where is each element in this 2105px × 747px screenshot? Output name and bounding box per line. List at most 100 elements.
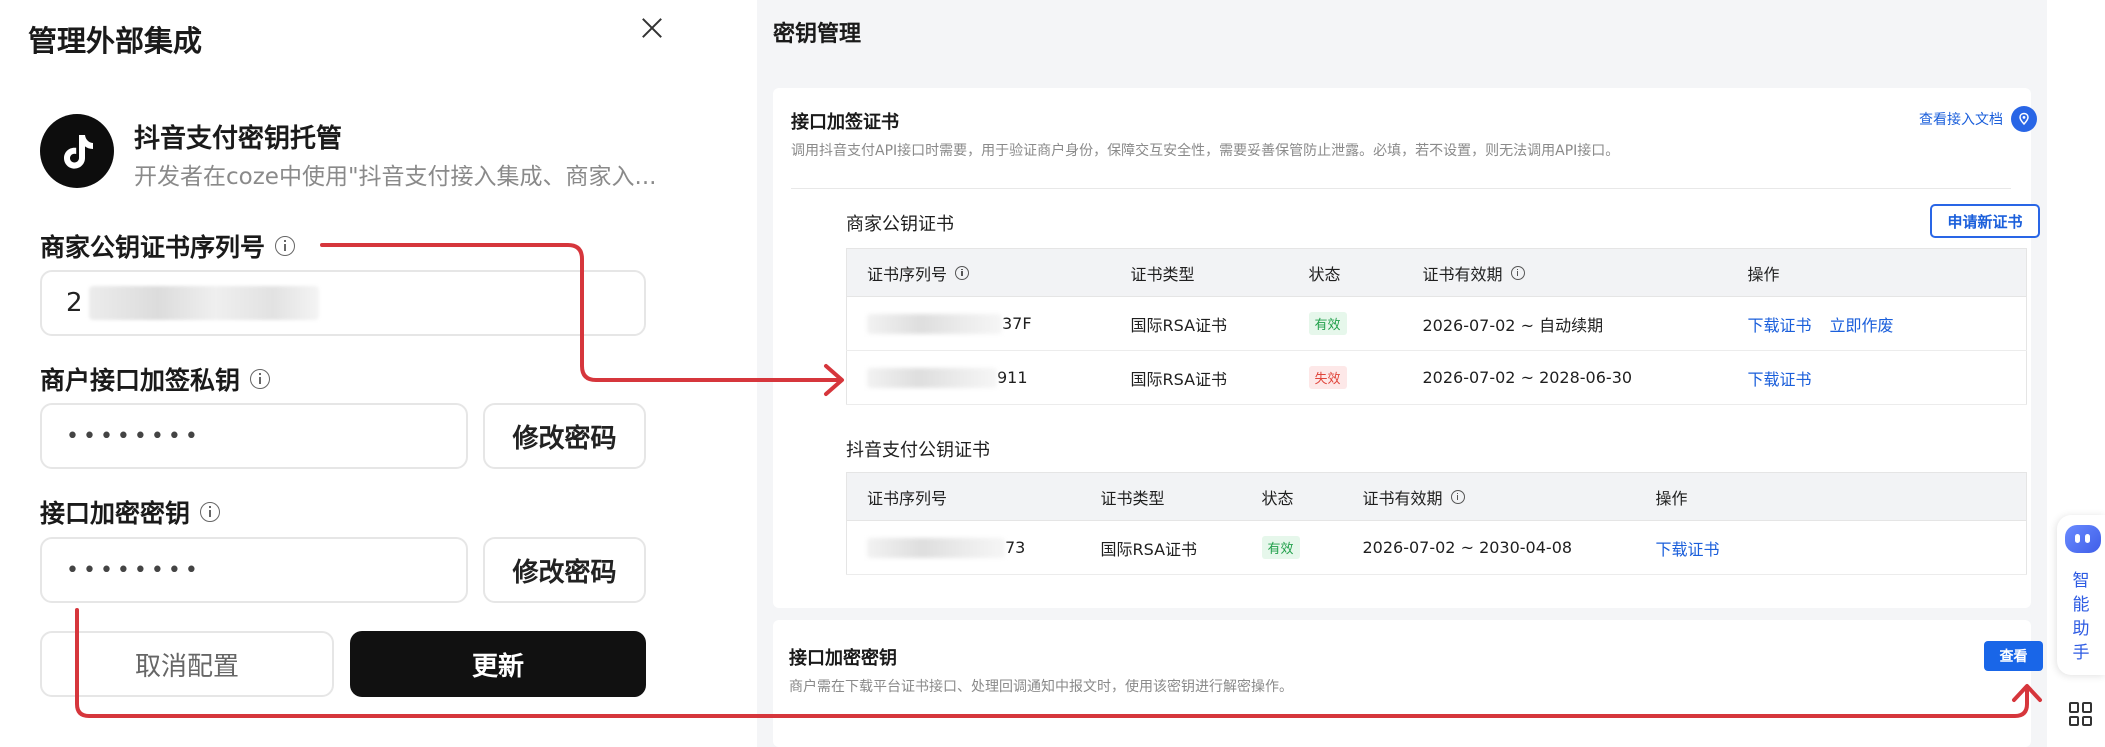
change-password-button[interactable]: 修改密码	[483, 537, 646, 603]
serial-cell: 911	[846, 350, 1111, 405]
apply-new-cert-button[interactable]: 申请新证书	[1930, 204, 2040, 238]
sign-cert-description: 调用抖音支付API接口时需要，用于验证商户身份，保障交互安全性，需要妥善保管防止…	[791, 143, 1620, 159]
revoke-now-link[interactable]: 立即作废	[1830, 316, 1894, 335]
grid-icon[interactable]	[2069, 702, 2093, 726]
status-badge: 有效	[1308, 312, 1347, 335]
merchant-sign-private-key-label-text: 商户接口加签私钥	[40, 366, 241, 395]
col-validity-label: 证书有效期	[1362, 488, 1443, 508]
status-cell: 有效	[1241, 520, 1343, 575]
encryption-key-card: 接口加密密钥 商户需在下载平台证书接口、处理回调通知中报文时，使用该密钥进行解密…	[773, 620, 2043, 747]
info-icon[interactable]	[955, 265, 970, 280]
assistant-label: 智 能 助 手	[2071, 569, 2091, 665]
manage-integration-dialog: 管理外部集成 抖音支付密钥托管 开发者在coze中使用"抖音支付接入集成、商家入…	[0, 0, 740, 747]
table-row: 911 国际RSA证书 失效 2026-07-02 ~ 2028-06-30 下…	[846, 350, 2027, 405]
view-docs-label: 查看接入文档	[1919, 112, 2003, 128]
merchant-cert-serial-label: 商家公钥证书序列号	[40, 228, 296, 264]
validity-cell: 2026-07-02 ~ 2028-06-30	[1402, 350, 1728, 405]
col-actions: 操作	[1635, 472, 2027, 521]
status-badge: 有效	[1261, 536, 1300, 559]
merchant-sign-private-key-input[interactable]: ••••••••	[40, 403, 468, 469]
api-encryption-key-label-text: 接口加密密钥	[40, 499, 191, 528]
platform-cert-section-title: 抖音支付公钥证书	[846, 440, 990, 461]
table-row: 37F 国际RSA证书 有效 2026-07-02 ~ 自动续期 下载证书 立即作…	[846, 296, 2027, 351]
col-type: 证书类型	[1080, 472, 1242, 521]
screenshot-stage: 管理外部集成 抖音支付密钥托管 开发者在coze中使用"抖音支付接入集成、商家入…	[0, 0, 2105, 747]
update-button[interactable]: 更新	[350, 631, 646, 697]
type-cell: 国际RSA证书	[1110, 350, 1289, 405]
table-header-row: 证书序列号 证书类型 状态 证书有效期 操作	[846, 248, 2027, 297]
integration-description: 开发者在coze中使用"抖音支付接入集成、商家入...	[134, 164, 657, 190]
merchant-cert-section-title: 商家公钥证书	[846, 214, 954, 235]
integration-name: 抖音支付密钥托管	[134, 124, 343, 154]
assistant-char: 手	[2072, 643, 2090, 663]
table-row: 73 国际RSA证书 有效 2026-07-02 ~ 2030-04-08 下载…	[846, 520, 2027, 575]
serial-cell: 73	[846, 520, 1081, 575]
actions-cell: 下载证书	[1635, 520, 2027, 575]
view-key-button[interactable]: 查看	[1984, 641, 2043, 671]
assistant-robot-icon	[2065, 525, 2101, 553]
divider	[791, 188, 2011, 189]
change-password-button[interactable]: 修改密码	[483, 403, 646, 469]
redacted-value	[88, 286, 319, 320]
type-cell: 国际RSA证书	[1110, 296, 1289, 351]
masked-password: ••••••••	[66, 423, 202, 449]
sign-cert-title: 接口加签证书	[791, 112, 899, 133]
col-status: 状态	[1288, 248, 1403, 297]
encryption-key-title: 接口加密密钥	[789, 648, 897, 669]
view-docs-link[interactable]: 查看接入文档	[1919, 106, 2037, 132]
col-validity: 证书有效期	[1402, 248, 1728, 297]
type-cell: 国际RSA证书	[1080, 520, 1242, 575]
cancel-config-button[interactable]: 取消配置	[40, 631, 334, 697]
serial-suffix: 73	[1005, 538, 1026, 557]
serial-suffix: 37F	[1002, 314, 1032, 333]
smart-assistant-widget[interactable]: 智 能 助 手	[2057, 515, 2105, 675]
doc-link-icon	[2011, 106, 2037, 132]
close-icon[interactable]	[635, 12, 669, 46]
serial-cell: 37F	[846, 296, 1111, 351]
tiktok-logo-icon	[40, 114, 114, 188]
redacted-serial	[867, 313, 1002, 334]
download-cert-link[interactable]: 下载证书	[1748, 370, 1812, 389]
actions-cell: 下载证书	[1727, 350, 2027, 405]
download-cert-link[interactable]: 下载证书	[1748, 316, 1812, 335]
redacted-serial	[867, 537, 1005, 558]
validity-cell: 2026-07-02 ~ 2030-04-08	[1342, 520, 1636, 575]
serial-suffix: 911	[997, 368, 1028, 387]
dialog-title: 管理外部集成	[28, 24, 203, 58]
platform-cert-table: 证书序列号 证书类型 状态 证书有效期 操作 73 国际RSA证书 有效 202…	[846, 472, 2027, 575]
col-type: 证书类型	[1110, 248, 1289, 297]
col-serial: 证书序列号	[846, 472, 1081, 521]
col-status: 状态	[1241, 472, 1343, 521]
col-serial: 证书序列号	[846, 248, 1111, 297]
panel-title: 密钥管理	[773, 22, 862, 47]
status-cell: 有效	[1288, 296, 1403, 351]
merchant-cert-serial-value: 2	[66, 288, 83, 318]
status-cell: 失效	[1288, 350, 1403, 405]
table-header-row: 证书序列号 证书类型 状态 证书有效期 操作	[846, 472, 2027, 521]
col-validity: 证书有效期	[1342, 472, 1636, 521]
download-cert-link[interactable]: 下载证书	[1656, 540, 1720, 559]
encryption-key-description: 商户需在下载平台证书接口、处理回调通知中报文时，使用该密钥进行解密操作。	[789, 679, 1293, 695]
info-icon[interactable]	[250, 369, 271, 389]
info-icon[interactable]	[275, 236, 296, 256]
info-icon[interactable]	[1450, 489, 1465, 504]
assistant-char: 助	[2072, 619, 2090, 639]
info-icon[interactable]	[1510, 265, 1525, 280]
merchant-cert-serial-label-text: 商家公钥证书序列号	[40, 233, 266, 262]
merchant-cert-serial-input[interactable]: 2	[40, 270, 646, 336]
assistant-char: 能	[2072, 595, 2090, 615]
actions-cell: 下载证书 立即作废	[1727, 296, 2027, 351]
assistant-char: 智	[2072, 571, 2090, 591]
api-encryption-key-label: 接口加密密钥	[40, 494, 221, 530]
key-management-panel: 密钥管理 接口加签证书 调用抖音支付API接口时需要，用于验证商户身份，保障交互…	[757, 0, 2047, 747]
merchant-cert-table: 证书序列号 证书类型 状态 证书有效期 操作 37F 国际RSA证书 有效 20…	[846, 248, 2027, 405]
api-encryption-key-input[interactable]: ••••••••	[40, 537, 468, 603]
col-validity-label: 证书有效期	[1422, 264, 1503, 284]
redacted-serial	[867, 367, 997, 388]
info-icon[interactable]	[200, 502, 221, 522]
sign-cert-card: 接口加签证书 调用抖音支付API接口时需要，用于验证商户身份，保障交互安全性，需…	[773, 88, 2040, 608]
status-badge: 失效	[1308, 366, 1347, 389]
col-actions: 操作	[1727, 248, 2027, 297]
validity-cell: 2026-07-02 ~ 自动续期	[1402, 296, 1728, 351]
merchant-sign-private-key-label: 商户接口加签私钥	[40, 361, 271, 397]
